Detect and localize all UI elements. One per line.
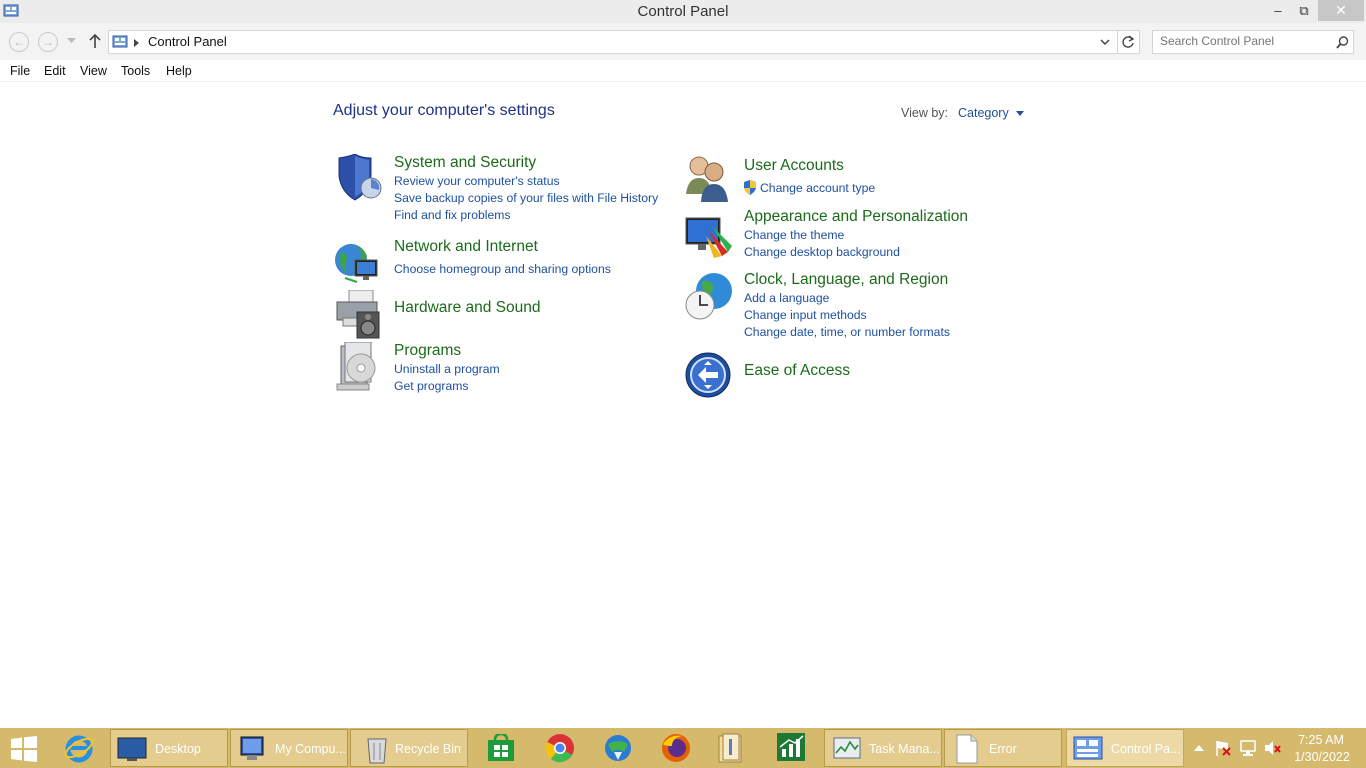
navigation-bar: ← → Control Panel <box>0 23 1366 60</box>
menu-file[interactable]: File <box>10 64 30 78</box>
taskbar-label: My Compu... <box>275 742 346 756</box>
download-manager-icon[interactable] <box>602 732 634 764</box>
globe-clock-icon[interactable] <box>684 271 734 321</box>
link-find-fix-problems[interactable]: Find and fix problems <box>394 208 511 222</box>
search-icon[interactable] <box>1336 36 1349 49</box>
restore-button[interactable]: ⧉ <box>1291 0 1317 21</box>
taskbar-label: Control Pa... <box>1111 742 1181 756</box>
action-center-flag-icon[interactable] <box>1214 739 1232 757</box>
address-dropdown-icon[interactable] <box>1100 39 1110 46</box>
taskbar: Desktop My Compu... Recycle Bin Task Man… <box>0 728 1366 768</box>
category-network-and-internet[interactable]: Network and Internet <box>394 238 538 256</box>
link-change-desktop-background[interactable]: Change desktop background <box>744 245 900 259</box>
network-globe-icon[interactable] <box>333 238 383 288</box>
computer-icon <box>240 736 264 760</box>
view-by-value[interactable]: Category <box>958 106 1009 120</box>
monitor-palette-icon[interactable] <box>684 212 734 262</box>
taskbar-label: Desktop <box>155 742 201 756</box>
category-hardware-and-sound[interactable]: Hardware and Sound <box>394 299 541 317</box>
network-status-icon[interactable] <box>1239 739 1257 757</box>
control-panel-icon <box>1073 736 1103 760</box>
link-homegroup-sharing[interactable]: Choose homegroup and sharing options <box>394 262 611 276</box>
menu-view[interactable]: View <box>80 64 107 78</box>
category-appearance-and-personalization[interactable]: Appearance and Personalization <box>744 208 968 226</box>
link-change-date-time-formats[interactable]: Change date, time, or number formats <box>744 325 950 339</box>
recent-locations-chevron-icon[interactable] <box>67 38 76 44</box>
taskbar-control-panel[interactable]: Control Pa... <box>1066 729 1184 767</box>
back-button[interactable]: ← <box>9 32 29 52</box>
category-system-and-security[interactable]: System and Security <box>394 154 536 172</box>
taskbar-error[interactable]: Error <box>944 729 1062 767</box>
breadcrumb-control-panel[interactable]: Control Panel <box>148 34 227 49</box>
clock-date[interactable]: 1/30/2022 <box>1294 750 1350 764</box>
forward-button[interactable]: → <box>38 32 58 52</box>
divider <box>1117 31 1118 53</box>
link-add-language[interactable]: Add a language <box>744 291 829 305</box>
close-button[interactable]: ✕ <box>1318 0 1364 21</box>
view-by-dropdown[interactable]: Category <box>958 106 1025 120</box>
start-windows-icon[interactable] <box>10 736 38 762</box>
up-arrow-icon[interactable] <box>88 33 102 49</box>
desktop-icon <box>117 737 147 761</box>
control-panel-icon <box>112 35 128 48</box>
volume-muted-icon[interactable] <box>1263 739 1281 757</box>
minimize-button[interactable]: – <box>1265 0 1291 21</box>
category-ease-of-access[interactable]: Ease of Access <box>744 362 850 380</box>
link-file-history[interactable]: Save backup copies of your files with Fi… <box>394 191 658 205</box>
link-change-input-methods[interactable]: Change input methods <box>744 308 867 322</box>
link-uninstall-program[interactable]: Uninstall a program <box>394 362 500 376</box>
link-review-status[interactable]: Review your computer's status <box>394 174 560 188</box>
menu-tools[interactable]: Tools <box>121 64 150 78</box>
firefox-icon[interactable] <box>660 732 692 764</box>
stock-chart-icon[interactable] <box>777 733 805 761</box>
printer-speaker-icon[interactable] <box>333 290 383 340</box>
menu-help[interactable]: Help <box>166 64 192 78</box>
taskbar-label: Recycle Bin <box>395 742 461 756</box>
search-box[interactable] <box>1152 30 1354 54</box>
refresh-icon[interactable] <box>1121 35 1135 49</box>
clock-time[interactable]: 7:25 AM <box>1296 733 1346 747</box>
shield-icon[interactable] <box>333 154 383 204</box>
page-title: Adjust your computer's settings <box>333 102 555 119</box>
dropdown-arrow-icon[interactable] <box>1016 110 1025 117</box>
internet-explorer-icon[interactable] <box>63 732 95 764</box>
menu-bar: File Edit View Tools Help <box>0 60 1366 82</box>
uac-shield-icon <box>744 180 756 195</box>
document-icon <box>956 734 978 764</box>
task-manager-icon <box>833 737 861 759</box>
chrome-icon[interactable] <box>545 733 575 763</box>
category-user-accounts[interactable]: User Accounts <box>744 157 844 175</box>
ease-of-access-icon[interactable] <box>684 351 734 401</box>
view-by-label: View by: <box>901 106 949 120</box>
store-icon[interactable] <box>487 734 515 762</box>
link-get-programs[interactable]: Get programs <box>394 379 469 393</box>
breadcrumb-separator-icon[interactable] <box>134 39 140 47</box>
category-programs[interactable]: Programs <box>394 342 461 360</box>
menu-edit[interactable]: Edit <box>44 64 66 78</box>
taskbar-my-computer[interactable]: My Compu... <box>230 729 348 767</box>
taskbar-task-manager[interactable]: Task Mana... <box>824 729 942 767</box>
category-clock-language-region[interactable]: Clock, Language, and Region <box>744 271 948 289</box>
taskbar-recycle-bin[interactable]: Recycle Bin <box>350 729 468 767</box>
taskbar-desktop[interactable]: Desktop <box>110 729 228 767</box>
recycle-bin-icon <box>367 738 387 764</box>
link-change-theme[interactable]: Change the theme <box>744 228 844 242</box>
search-input[interactable] <box>1160 34 1330 48</box>
title-bar: Control Panel – ⧉ ✕ <box>0 0 1366 23</box>
link-change-account-type[interactable]: Change account type <box>760 181 875 195</box>
address-bar[interactable]: Control Panel <box>108 30 1140 54</box>
taskbar-label: Error <box>989 742 1017 756</box>
show-hidden-icons-icon[interactable] <box>1194 744 1204 751</box>
window-title: Control Panel <box>637 3 729 20</box>
file-explorer-icon[interactable] <box>717 733 743 763</box>
users-icon[interactable] <box>684 154 734 204</box>
programs-disc-icon[interactable] <box>333 342 383 392</box>
taskbar-label: Task Mana... <box>869 742 940 756</box>
